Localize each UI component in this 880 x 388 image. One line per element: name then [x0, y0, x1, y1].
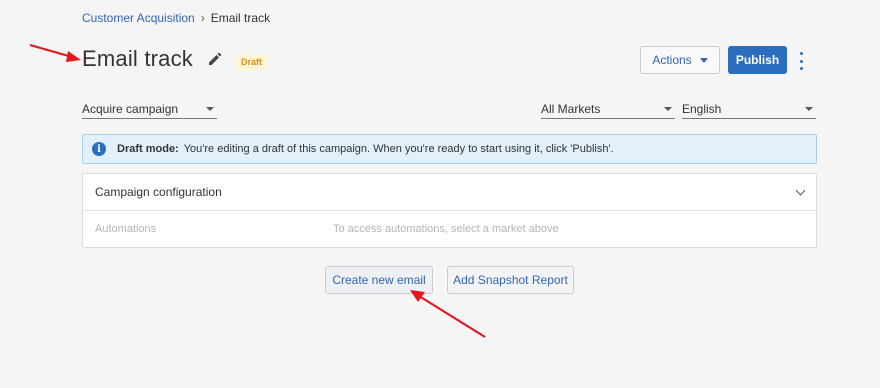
caret-down-icon: [699, 57, 708, 63]
language-select[interactable]: English: [682, 99, 816, 119]
breadcrumb: Customer Acquisition › Email track: [82, 11, 270, 25]
status-badge: Draft: [235, 54, 269, 70]
campaign-select-value: Acquire campaign: [82, 101, 179, 116]
campaign-configuration-panel: Campaign configuration Automations To ac…: [82, 173, 817, 248]
language-select-value: English: [682, 101, 722, 116]
add-snapshot-report-button[interactable]: Add Snapshot Report: [447, 266, 574, 294]
banner-title: Draft mode:: [117, 143, 179, 155]
pencil-icon[interactable]: [207, 51, 223, 67]
automations-label: Automations: [95, 223, 157, 235]
actions-button[interactable]: Actions: [640, 46, 720, 74]
annotation-arrow-title: [29, 43, 81, 62]
create-new-email-button[interactable]: Create new email: [325, 266, 433, 294]
info-icon: i: [92, 142, 106, 156]
annotation-arrow-create-email: [410, 290, 486, 338]
kebab-dot: [799, 67, 803, 70]
automations-row: Automations To access automations, selec…: [83, 211, 816, 247]
caret-down-icon: [805, 106, 813, 111]
chevron-down-icon: [795, 185, 806, 195]
panel-header-label: Campaign configuration: [95, 185, 222, 199]
draft-mode-banner: i Draft mode: You're editing a draft of …: [82, 134, 817, 164]
caret-down-icon: [664, 106, 672, 111]
kebab-dot: [799, 59, 803, 63]
automations-hint: To access automations, select a market a…: [333, 223, 559, 235]
kebab-dot: [799, 52, 803, 55]
breadcrumb-separator: ›: [200, 11, 205, 25]
page-title: Email track: [82, 46, 193, 71]
banner-text: You're editing a draft of this campaign.…: [183, 143, 614, 155]
markets-select-value: All Markets: [541, 101, 601, 116]
markets-select[interactable]: All Markets: [541, 99, 675, 119]
caret-down-icon: [206, 106, 214, 111]
breadcrumb-link-customer-acquisition[interactable]: Customer Acquisition: [82, 11, 195, 25]
campaign-configuration-header[interactable]: Campaign configuration: [83, 174, 816, 211]
title-row: Email track Draft: [82, 46, 269, 72]
breadcrumb-current: Email track: [210, 11, 271, 25]
kebab-menu-icon[interactable]: [796, 52, 806, 70]
publish-button[interactable]: Publish: [728, 46, 787, 74]
campaign-select[interactable]: Acquire campaign: [82, 99, 217, 119]
actions-button-label: Actions: [652, 53, 692, 67]
